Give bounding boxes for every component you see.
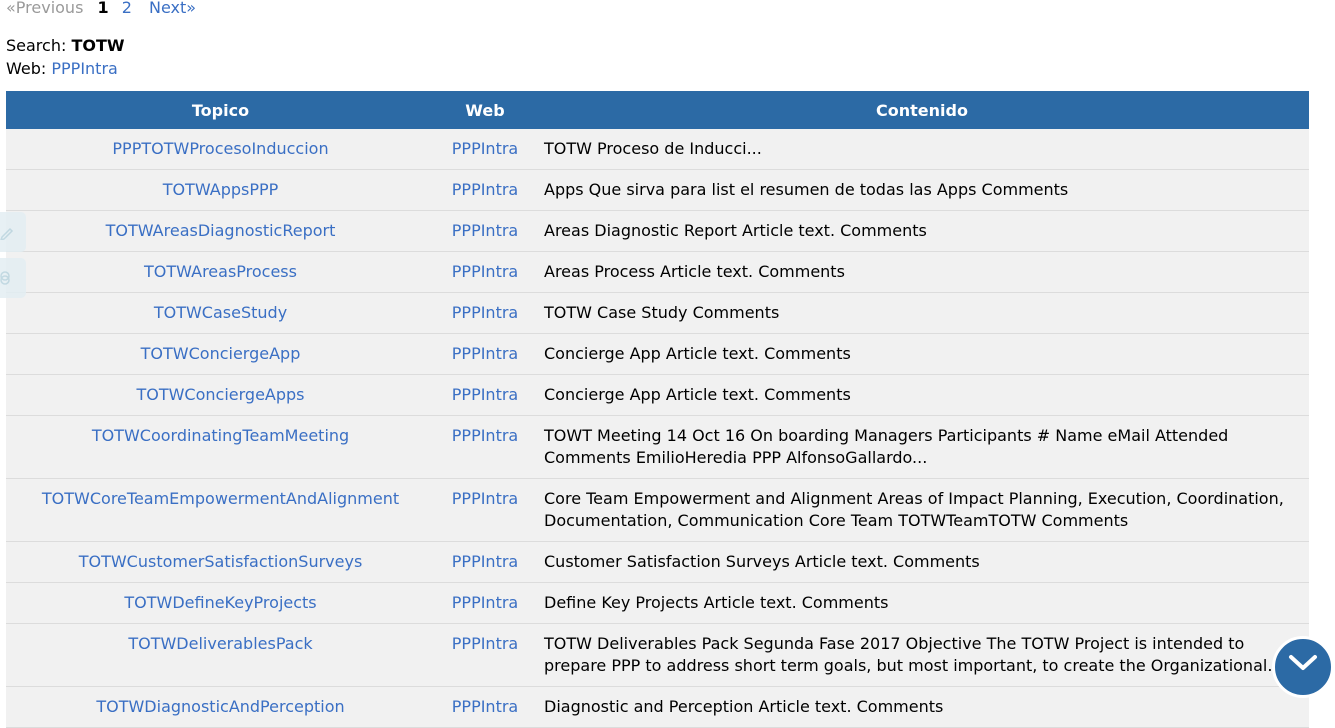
topic-cell: TOTWAreasDiagnosticReport [6, 210, 435, 252]
results-table: Topico Web Contenido PPPTOTWProcesoInduc… [6, 91, 1309, 728]
results-body: PPPTOTWProcesoInduccion PPPIntra TOTW Proc… [6, 129, 1309, 728]
table-row: TOTWDefineKeyProjects PPPIntra Define Key … [6, 582, 1309, 624]
search-summary: Search: TOTW [6, 36, 125, 56]
web-cell: PPPIntra [435, 541, 535, 583]
search-label: Search: [6, 36, 67, 55]
table-row: TOTWConciergeApp PPPIntra Concierge App Ar… [6, 333, 1309, 375]
side-tab-link[interactable] [0, 258, 26, 298]
web-cell: PPPIntra [435, 251, 535, 293]
topic-link[interactable]: TOTWCustomerSatisfactionSurveys [79, 552, 363, 571]
topic-cell: TOTWCoreTeamEmpowermentAndAlignment [6, 478, 435, 542]
content-cell: Apps Que sirva para list el resumen de t… [535, 169, 1309, 211]
topic-link[interactable]: PPPTOTWProcesoInduccion [112, 139, 328, 158]
topic-cell: TOTWDiagnosticAndPerception [6, 686, 435, 728]
web-link[interactable]: PPPIntra [452, 180, 518, 199]
topic-cell: TOTWConciergeApp [6, 333, 435, 375]
web-cell: PPPIntra [435, 333, 535, 375]
current-page: 1 [97, 0, 109, 17]
table-row: TOTWCustomerSatisfactionSurveys PPPIntra C… [6, 541, 1309, 583]
web-cell: PPPIntra [435, 129, 535, 170]
web-link[interactable]: PPPIntra [452, 303, 518, 322]
web-link[interactable]: PPPIntra [51, 59, 117, 78]
content-cell: TOTW Proceso de Inducci... [535, 129, 1309, 170]
web-link[interactable]: PPPIntra [452, 385, 518, 404]
content-cell: Core Team Empowerment and Alignment Area… [535, 478, 1309, 542]
previous-link[interactable]: «Previous [6, 0, 83, 17]
web-link[interactable]: PPPIntra [452, 489, 518, 508]
web-cell: PPPIntra [435, 169, 535, 211]
table-row: TOTWDiagnosticAndPerception PPPIntra Diagn… [6, 686, 1309, 728]
content-cell: Concierge App Article text. Comments [535, 333, 1309, 375]
web-cell: PPPIntra [435, 582, 535, 624]
topic-link[interactable]: TOTWCaseStudy [154, 303, 287, 322]
topic-cell: TOTWDefineKeyProjects [6, 582, 435, 624]
content-cell: TOTW Case Study Comments [535, 292, 1309, 334]
topic-cell: TOTWConciergeApps [6, 374, 435, 416]
topic-link[interactable]: TOTWAreasDiagnosticReport [106, 221, 336, 240]
web-cell: PPPIntra [435, 210, 535, 252]
web-link[interactable]: PPPIntra [452, 139, 518, 158]
content-cell: TOTW Deliverables Pack Segunda Fase 2017… [535, 623, 1309, 687]
web-cell: PPPIntra [435, 292, 535, 334]
topic-cell: TOTWDeliverablesPack [6, 623, 435, 687]
topic-link[interactable]: TOTWCoordinatingTeamMeeting [92, 426, 349, 445]
header-content: Contenido [535, 91, 1309, 129]
topic-link[interactable]: TOTWDiagnosticAndPerception [96, 697, 344, 716]
content-cell: TOWT Meeting 14 Oct 16 On boarding Manag… [535, 415, 1309, 479]
next-link[interactable]: Next» [149, 0, 196, 17]
content-cell: Concierge App Article text. Comments [535, 374, 1309, 416]
topic-cell: TOTWAppsPPP [6, 169, 435, 211]
table-row: PPPTOTWProcesoInduccion PPPIntra TOTW Proc… [6, 129, 1309, 170]
web-link[interactable]: PPPIntra [452, 552, 518, 571]
content-cell: Define Key Projects Article text. Commen… [535, 582, 1309, 624]
side-tab-edit[interactable] [0, 212, 26, 252]
table-header-row: Topico Web Contenido [6, 91, 1309, 129]
web-link[interactable]: PPPIntra [452, 634, 518, 653]
table-row: TOTWAppsPPP PPPIntra Apps Que sirva para l… [6, 169, 1309, 211]
topic-cell: PPPTOTWProcesoInduccion [6, 129, 435, 170]
pagination: «Previous 1 2 Next» [6, 0, 196, 18]
scroll-down-button[interactable] [1272, 636, 1334, 698]
web-summary: Web: PPPIntra [6, 59, 118, 79]
table-row: TOTWCoordinatingTeamMeeting PPPIntra TOWT … [6, 415, 1309, 479]
table-row: TOTWCoreTeamEmpowermentAndAlignment PPPIn… [6, 478, 1309, 542]
web-label: Web: [6, 59, 47, 78]
content-cell: Customer Satisfaction Surveys Article te… [535, 541, 1309, 583]
content-cell: Diagnostic and Perception Article text. … [535, 686, 1309, 728]
content-cell: Areas Diagnostic Report Article text. Co… [535, 210, 1309, 252]
topic-link[interactable]: TOTWCoreTeamEmpowermentAndAlignment [42, 489, 399, 508]
table-row: TOTWAreasProcess PPPIntra Areas Process Ar… [6, 251, 1309, 293]
web-link[interactable]: PPPIntra [452, 262, 518, 281]
content-cell: Areas Process Article text. Comments [535, 251, 1309, 293]
web-cell: PPPIntra [435, 686, 535, 728]
topic-link[interactable]: TOTWAppsPPP [163, 180, 279, 199]
topic-cell: TOTWCustomerSatisfactionSurveys [6, 541, 435, 583]
topic-cell: TOTWCaseStudy [6, 292, 435, 334]
table-row: TOTWCaseStudy PPPIntra TOTW Case Study Com… [6, 292, 1309, 334]
topic-cell: TOTWAreasProcess [6, 251, 435, 293]
web-link[interactable]: PPPIntra [452, 344, 518, 363]
topic-link[interactable]: TOTWDeliverablesPack [128, 634, 312, 653]
topic-link[interactable]: TOTWConciergeApp [141, 344, 301, 363]
table-row: TOTWAreasDiagnosticReport PPPIntra Areas D… [6, 210, 1309, 252]
topic-link[interactable]: TOTWAreasProcess [144, 262, 297, 281]
web-link[interactable]: PPPIntra [452, 697, 518, 716]
web-cell: PPPIntra [435, 415, 535, 479]
header-web: Web [435, 91, 535, 129]
table-row: TOTWConciergeApps PPPIntra Concierge App A… [6, 374, 1309, 416]
topic-link[interactable]: TOTWDefineKeyProjects [124, 593, 316, 612]
web-cell: PPPIntra [435, 478, 535, 542]
page-2-link[interactable]: 2 [122, 0, 132, 17]
web-link[interactable]: PPPIntra [452, 221, 518, 240]
table-row: TOTWDeliverablesPack PPPIntra TOTW Deliver… [6, 623, 1309, 687]
topic-link[interactable]: TOTWConciergeApps [136, 385, 304, 404]
web-cell: PPPIntra [435, 623, 535, 687]
search-term: TOTW [71, 36, 125, 55]
topic-cell: TOTWCoordinatingTeamMeeting [6, 415, 435, 479]
web-cell: PPPIntra [435, 374, 535, 416]
web-link[interactable]: PPPIntra [452, 426, 518, 445]
web-link[interactable]: PPPIntra [452, 593, 518, 612]
header-topic: Topico [6, 91, 435, 129]
